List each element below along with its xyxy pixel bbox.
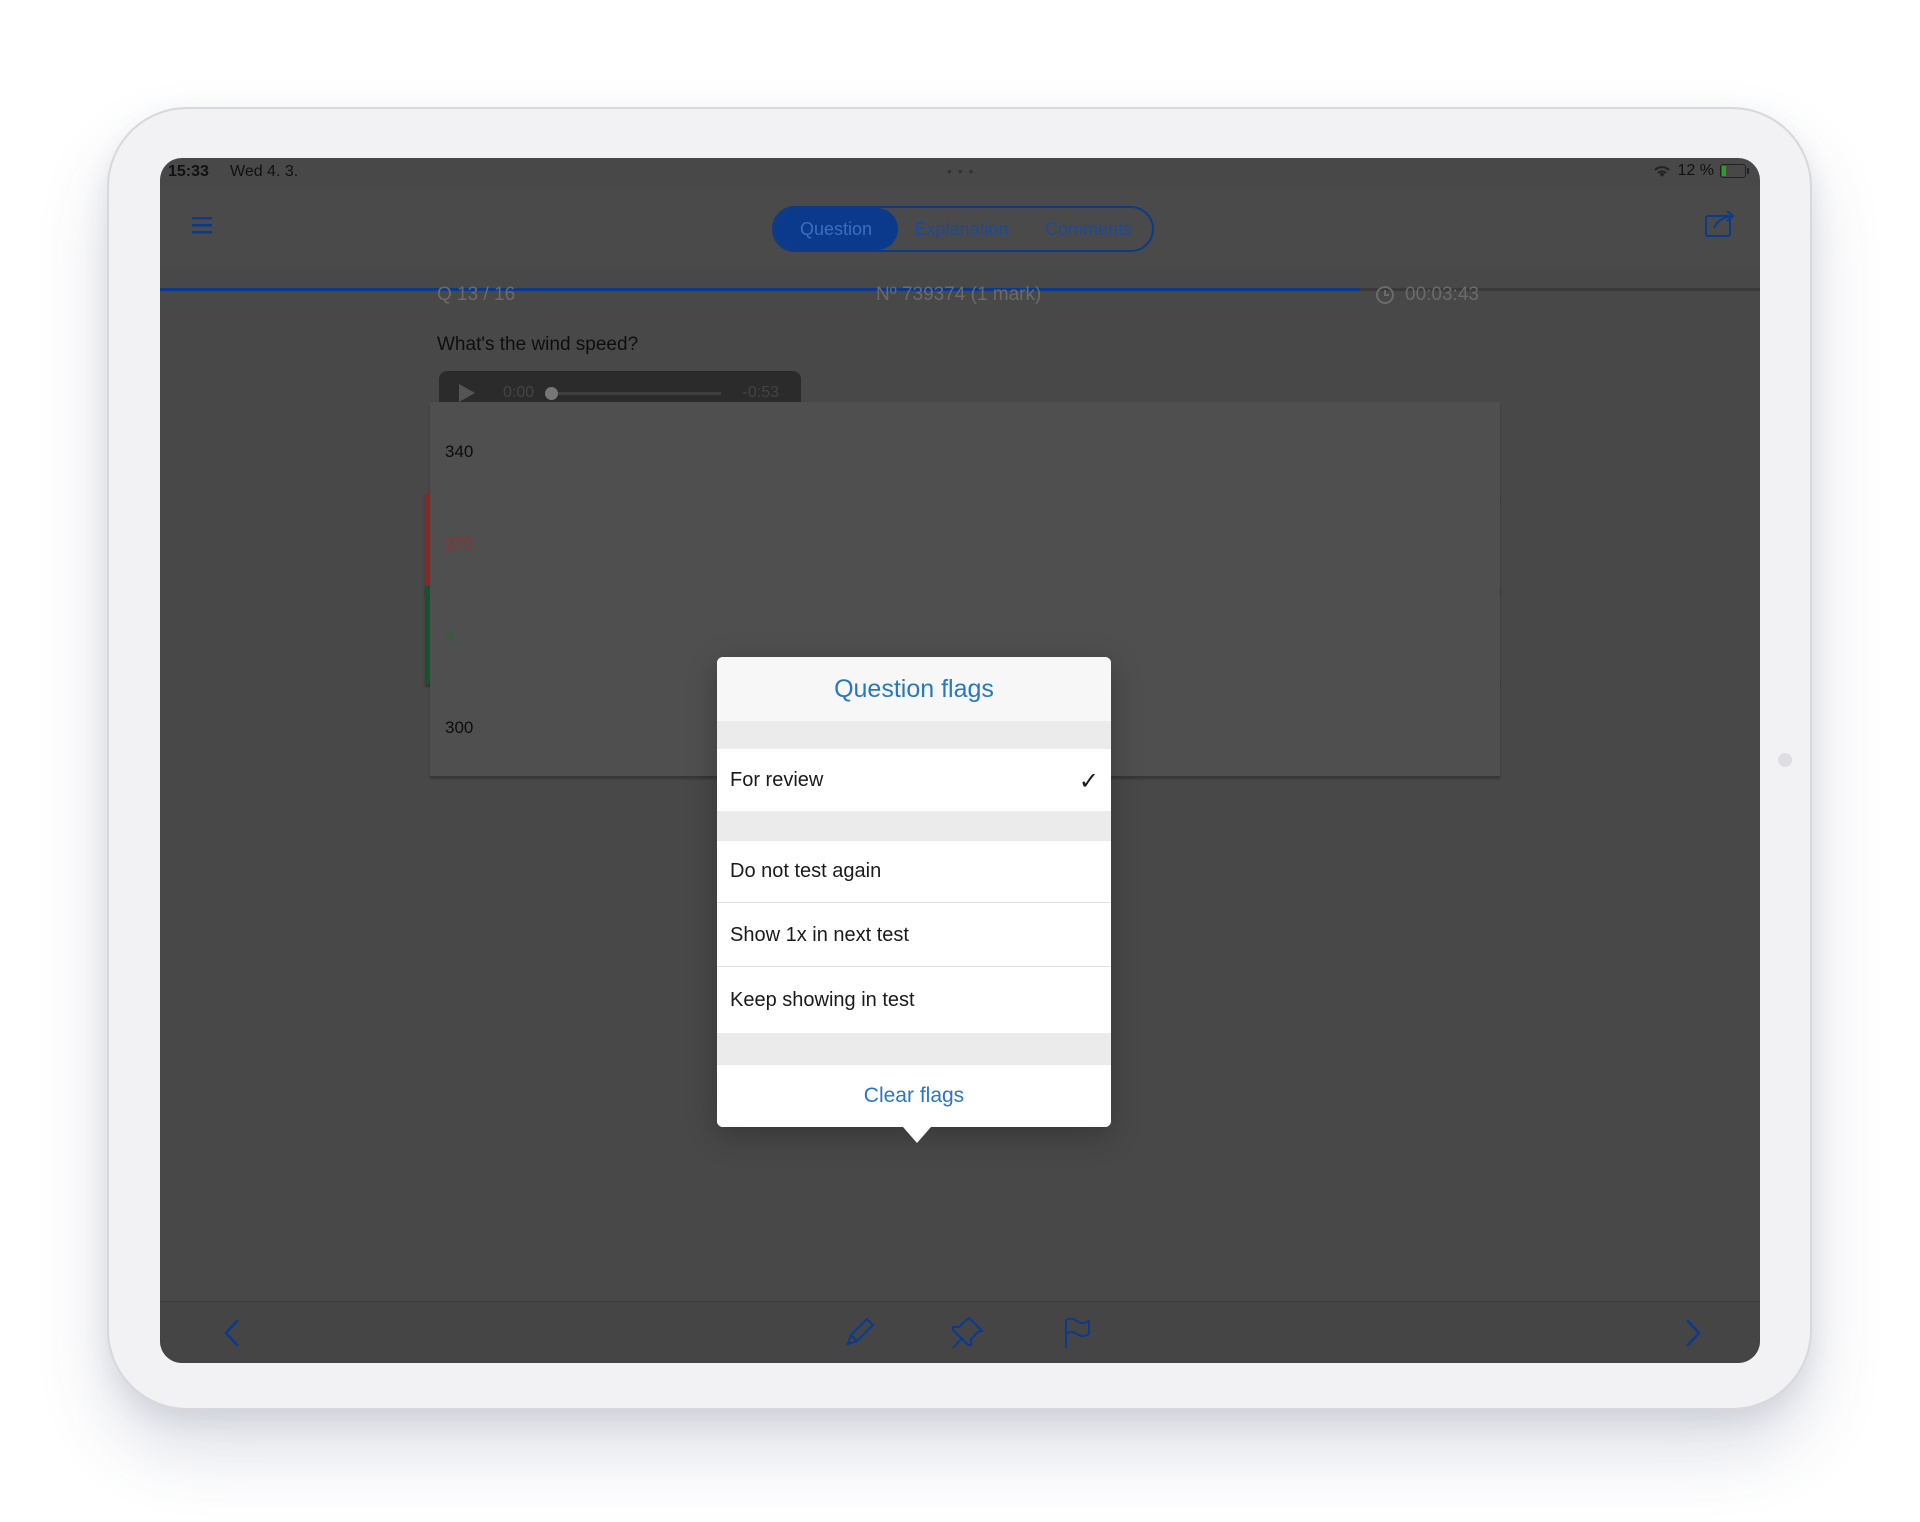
share-icon[interactable]	[1702, 206, 1738, 242]
answer-option[interactable]: 340	[430, 402, 1500, 500]
status-bar: 15:33 Wed 4. 3. • • • 12 %	[160, 158, 1760, 188]
question-id: Nº 739374 (1 mark)	[876, 284, 1042, 305]
pencil-icon[interactable]	[840, 1314, 878, 1352]
clock-icon	[1376, 286, 1394, 304]
flag-label: Do not test again	[730, 860, 882, 882]
status-date: Wed 4. 3.	[230, 163, 299, 180]
flag-do-not-test-again[interactable]: Do not test again	[717, 841, 1111, 903]
popover-arrow	[903, 1127, 931, 1143]
flag-label: For review	[730, 768, 824, 791]
test-progress-fill	[160, 288, 1360, 291]
hamburger-menu-icon[interactable]	[190, 214, 216, 236]
status-time: 15:33	[168, 163, 209, 180]
answer-label: 270	[445, 534, 474, 553]
multitasking-dots[interactable]: • • •	[947, 163, 974, 179]
answer-label: 4	[445, 626, 455, 645]
audio-current-time: 0:00	[503, 384, 535, 401]
answer-option-wrong[interactable]: 270	[425, 494, 1500, 592]
wifi-icon	[1653, 166, 1670, 177]
section-separator	[717, 721, 1111, 749]
question-text: What's the wind speed?	[437, 334, 639, 355]
battery-percent: 12 %	[1677, 162, 1714, 179]
answer-label: 300	[445, 718, 474, 737]
bottom-toolbar	[160, 1301, 1760, 1363]
answer-label: 340	[445, 442, 474, 461]
play-icon[interactable]	[459, 384, 475, 402]
flag-show-once[interactable]: Show 1x in next test	[717, 905, 1111, 967]
section-separator	[717, 1033, 1111, 1065]
timer-value: 00:03:43	[1405, 284, 1479, 305]
question-flags-popover: Question flags For review ✓ Do not test …	[717, 657, 1111, 1143]
nav-bar: Question Explanation Comments	[160, 188, 1760, 291]
tab-question[interactable]: Question	[774, 208, 898, 250]
popover-title: Question flags	[717, 657, 1111, 721]
side-button	[1778, 753, 1792, 767]
flag-label: Show 1x in next test	[730, 924, 909, 946]
status-right: 12 %	[1652, 162, 1749, 180]
clear-flags-button[interactable]: Clear flags	[717, 1065, 1111, 1127]
section-separator	[717, 811, 1111, 841]
battery-icon	[1720, 164, 1749, 178]
audio-scrubber-knob[interactable]	[545, 387, 558, 400]
chevron-left-icon[interactable]	[214, 1314, 252, 1352]
question-timer: 00:03:43	[1375, 284, 1479, 306]
audio-remaining-time: -0:53	[742, 384, 779, 401]
flag-icon[interactable]	[1058, 1314, 1096, 1352]
question-counter: Q 13 / 16	[437, 284, 516, 305]
pin-icon[interactable]	[948, 1314, 986, 1352]
flag-label: Keep showing in test	[730, 988, 915, 1011]
checkmark-icon: ✓	[1078, 768, 1099, 795]
view-segmented-control: Question Explanation Comments	[772, 206, 1154, 252]
tab-comments[interactable]: Comments	[1025, 208, 1152, 250]
chevron-right-icon[interactable]	[1673, 1314, 1711, 1352]
audio-scrubber[interactable]	[545, 387, 721, 400]
flag-keep-showing[interactable]: Keep showing in test	[717, 969, 1111, 1031]
flag-for-review[interactable]: For review ✓	[717, 749, 1111, 811]
tab-explanation[interactable]: Explanation	[898, 208, 1025, 250]
